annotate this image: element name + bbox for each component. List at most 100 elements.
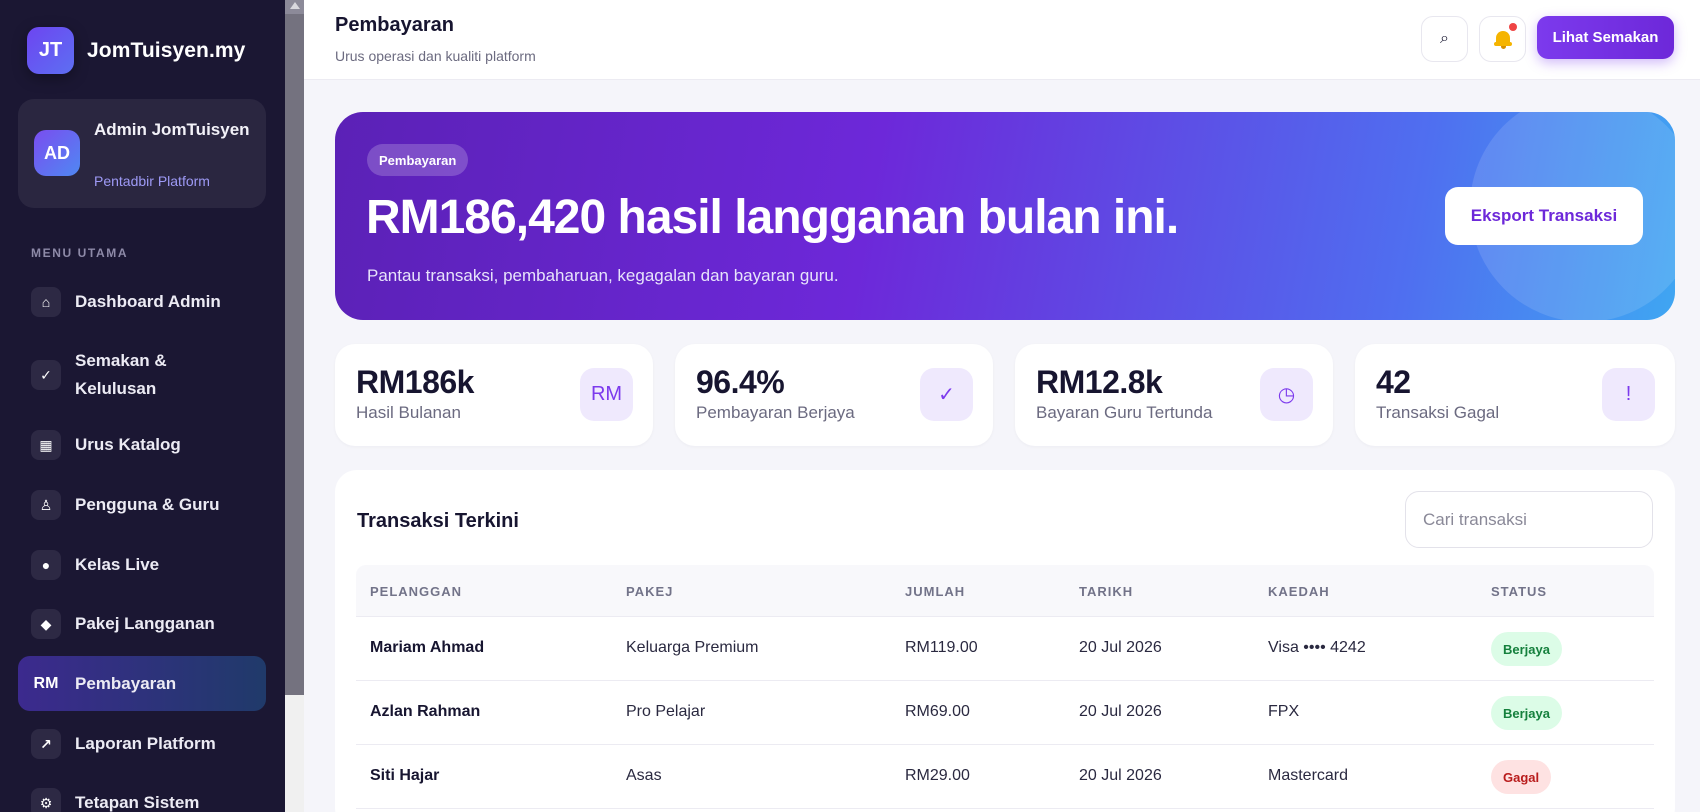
cell-method: FPX [1268,703,1300,720]
stat-value: 42 [1376,364,1411,400]
view-review-button[interactable]: Lihat Semakan [1537,16,1674,59]
status-badge: Berjaya [1491,696,1562,730]
stat-value: RM186k [356,364,474,400]
trend-icon: ↗ [31,729,61,759]
cell-package: Pro Pelajar [626,703,706,720]
sidebar-item-label: Semakan & Kelulusan [75,351,167,398]
notifications-button[interactable] [1479,16,1526,62]
cell-date: 20 Jul 2026 [1079,767,1162,784]
sidebar-item-catalog[interactable]: ▦ Urus Katalog [18,430,266,460]
cell-customer: Mariam Ahmad [370,639,485,656]
column-header[interactable]: JUMLAH [905,584,965,599]
cell-customer: Azlan Rahman [370,703,481,720]
scroll-up-arrow-icon[interactable] [290,2,300,9]
sidebar-item-dashboard[interactable]: ⌂ Dashboard Admin [18,287,266,317]
brand-name: JomTuisyen.my [87,38,246,62]
table-row[interactable]: Azlan Rahman Pro Pelajar RM69.00 20 Jul … [356,681,1654,745]
sidebar-item-label: Pembayaran [75,673,177,693]
sidebar: JT JomTuisyen.my AD Admin JomTuisyen Pen… [0,0,285,812]
column-header[interactable]: PELANGGAN [370,584,462,599]
hero-headline: RM186,420 hasil langganan bulan ini. [366,191,1179,244]
section-title: Transaksi Terkini [357,510,519,532]
column-header[interactable]: TARIKH [1079,584,1133,599]
sidebar-item-label: Urus Katalog [75,435,181,454]
hero-pill: Pembayaran [367,144,469,176]
profile-card[interactable]: AD Admin JomTuisyen Pentadbir Platform [18,99,266,208]
table-row[interactable]: Mariam Ahmad Keluarga Premium RM119.00 2… [356,617,1654,681]
transaction-search-input[interactable] [1405,491,1653,548]
avatar: AD [34,130,80,176]
sidebar-item-reports[interactable]: ↗ Laporan Platform [18,729,266,759]
sidebar-item-label: Pakej Langganan [75,614,215,633]
menu-heading: MENU UTAMA [31,246,129,260]
diamond-icon: ◆ [31,609,61,639]
user-icon: ♙ [31,490,61,520]
stat-label: Hasil Bulanan [356,403,461,422]
export-transactions-button[interactable]: Eksport Transaksi [1445,187,1643,245]
sidebar-item-review[interactable]: ✓ Semakan & Kelulusan [18,347,266,403]
table-header: PELANGGAN PAKEJ JUMLAH TARIKH KAEDAH STA… [356,565,1654,617]
stat-card-success-rate: 96.4% Pembayaran Berjaya ✓ [675,344,993,446]
table-row[interactable]: Siti Hajar Asas RM29.00 20 Jul 2026 Mast… [356,745,1654,809]
scrollbar-thumb[interactable] [285,14,304,695]
cell-package: Asas [626,767,662,784]
sidebar-scrollbar[interactable] [285,0,304,812]
profile-role: Pentadbir Platform [94,173,210,189]
notification-dot [1509,23,1517,31]
home-icon: ⌂ [31,287,61,317]
stat-label: Pembayaran Berjaya [696,403,855,422]
search-button[interactable]: ⌕ [1421,16,1468,62]
page-subtitle: Urus operasi dan kualiti platform [335,48,536,64]
sidebar-item-packages[interactable]: ◆ Pakej Langganan [18,609,266,639]
stat-card-revenue: RM186k Hasil Bulanan RM [335,344,653,446]
column-header[interactable]: PAKEJ [626,584,673,599]
hero-banner: Pembayaran RM186,420 hasil langganan bul… [335,112,1675,320]
cell-method: Visa •••• 4242 [1268,639,1366,656]
cell-amount: RM119.00 [905,639,978,656]
stat-label: Bayaran Guru Tertunda [1036,403,1213,422]
column-header[interactable]: STATUS [1491,584,1547,599]
status-badge: Berjaya [1491,632,1562,666]
alert-icon: ! [1602,368,1655,421]
currency-icon: RM [33,674,59,692]
scrollbar-track[interactable] [285,695,304,812]
currency-icon: RM [580,368,633,421]
status-badge: Gagal [1491,760,1552,794]
profile-name: Admin JomTuisyen [94,120,250,139]
cell-method: Mastercard [1268,767,1349,784]
clock-icon: ◷ [1260,368,1313,421]
hero-description: Pantau transaksi, pembaharuan, kegagalan… [367,266,839,285]
check-icon: ✓ [920,368,973,421]
sidebar-item-label: Laporan Platform [75,734,216,753]
sidebar-item-live-class[interactable]: ● Kelas Live [18,550,266,580]
page-title: Pembayaran [335,14,454,36]
bell-icon [1493,29,1512,49]
brand-logo: JT [27,27,74,74]
gear-icon: ⚙ [31,788,61,812]
brand[interactable]: JT JomTuisyen.my [27,27,245,74]
sidebar-item-payments[interactable]: RM Pembayaran [18,656,266,711]
check-icon: ✓ [31,360,61,390]
sidebar-item-settings[interactable]: ⚙ Tetapan Sistem [18,788,266,812]
stat-value: RM12.8k [1036,364,1163,400]
sidebar-item-label: Tetapan Sistem [75,793,200,812]
search-icon: ⌕ [1440,30,1449,47]
live-dot-icon: ● [31,550,61,580]
cell-date: 20 Jul 2026 [1079,703,1162,720]
top-bar: Pembayaran Urus operasi dan kualiti plat… [304,0,1700,80]
cell-customer: Siti Hajar [370,767,440,784]
grid-icon: ▦ [31,430,61,460]
sidebar-item-label: Kelas Live [75,555,160,574]
sidebar-item-label: Pengguna & Guru [75,495,220,514]
column-header[interactable]: KAEDAH [1268,584,1330,599]
stat-card-failed-transactions: 42 Transaksi Gagal ! [1355,344,1675,446]
transactions-card: Transaksi Terkini PELANGGAN PAKEJ JUMLAH… [335,470,1675,812]
stat-value: 96.4% [696,364,785,400]
cell-date: 20 Jul 2026 [1079,639,1162,656]
cell-amount: RM69.00 [905,703,970,720]
stat-label: Transaksi Gagal [1376,403,1500,422]
cell-package: Keluarga Premium [626,639,759,656]
cell-amount: RM29.00 [905,767,970,784]
sidebar-item-users[interactable]: ♙ Pengguna & Guru [18,490,266,520]
sidebar-item-label: Dashboard Admin [75,292,221,311]
